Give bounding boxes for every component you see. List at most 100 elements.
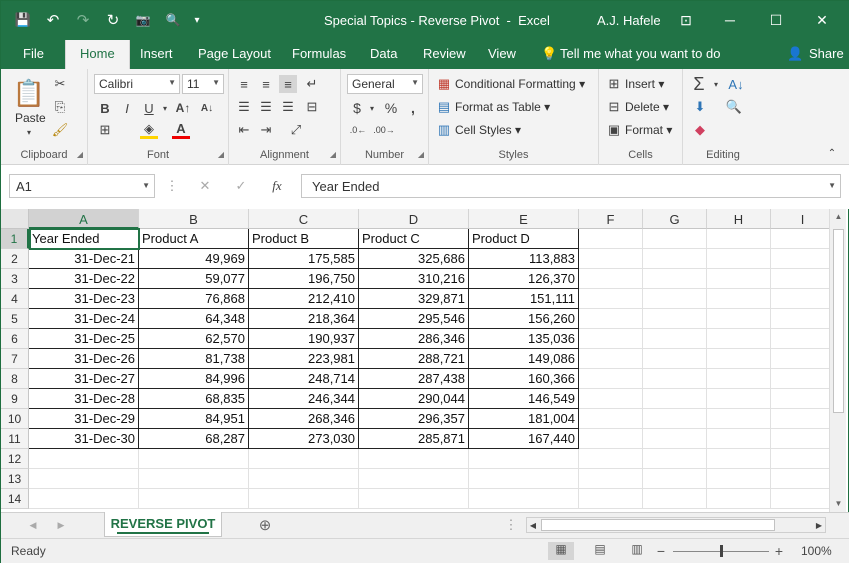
zoom-slider-thumb[interactable] bbox=[720, 545, 723, 557]
column-header[interactable]: A bbox=[29, 209, 139, 229]
cell[interactable]: 31-Dec-21 bbox=[29, 249, 139, 269]
row-header[interactable]: 9 bbox=[1, 389, 29, 409]
clipboard-launcher-icon[interactable]: ◢ bbox=[77, 150, 83, 159]
cell[interactable] bbox=[643, 329, 707, 349]
delete-cells-button[interactable]: Delete ▾ bbox=[625, 100, 669, 114]
cell[interactable] bbox=[771, 269, 835, 289]
italic-button[interactable]: I bbox=[118, 99, 136, 117]
cell[interactable]: 325,686 bbox=[359, 249, 469, 269]
name-box[interactable]: A1 ▼ bbox=[9, 174, 155, 198]
format-as-table-button[interactable]: Format as Table ▾ bbox=[455, 100, 550, 114]
tab-review[interactable]: Review bbox=[423, 46, 466, 61]
number-format-combo[interactable]: General ▼ bbox=[347, 74, 423, 94]
cell[interactable]: 268,346 bbox=[249, 409, 359, 429]
tab-data[interactable]: Data bbox=[370, 46, 397, 61]
cell[interactable] bbox=[359, 469, 469, 489]
minimize-button[interactable]: ─ bbox=[713, 7, 747, 33]
column-header[interactable]: F bbox=[579, 209, 643, 229]
redo-icon[interactable]: ↷ bbox=[71, 9, 95, 31]
cell[interactable]: 151,111 bbox=[469, 289, 579, 309]
formula-input[interactable]: Year Ended ▼ bbox=[301, 174, 841, 198]
font-color-icon[interactable]: A bbox=[172, 121, 190, 139]
align-center-icon[interactable]: ☰ bbox=[257, 98, 275, 116]
cell[interactable] bbox=[643, 229, 707, 249]
page-break-view-icon[interactable]: ▥ bbox=[624, 542, 650, 560]
shrink-font-icon[interactable]: A↓ bbox=[198, 99, 216, 117]
cell[interactable] bbox=[139, 489, 249, 509]
conditional-formatting-button[interactable]: Conditional Formatting ▾ bbox=[455, 77, 585, 91]
cell[interactable] bbox=[771, 289, 835, 309]
cell[interactable]: 31-Dec-25 bbox=[29, 329, 139, 349]
select-all-button[interactable] bbox=[1, 209, 29, 229]
cell[interactable]: 246,344 bbox=[249, 389, 359, 409]
cell[interactable] bbox=[469, 469, 579, 489]
collapse-ribbon-icon[interactable]: ⌃ bbox=[825, 147, 839, 159]
zoom-in-icon[interactable]: + bbox=[773, 543, 785, 559]
cell[interactable] bbox=[249, 449, 359, 469]
cell[interactable]: 84,996 bbox=[139, 369, 249, 389]
cell[interactable]: 31-Dec-28 bbox=[29, 389, 139, 409]
new-sheet-icon[interactable]: ⊕ bbox=[257, 517, 273, 534]
cell[interactable]: 68,835 bbox=[139, 389, 249, 409]
scroll-up-icon[interactable]: ▲ bbox=[830, 210, 847, 224]
font-launcher-icon[interactable]: ◢ bbox=[218, 150, 224, 159]
insert-cells-icon[interactable]: ⊞ bbox=[605, 75, 623, 93]
cell[interactable]: 84,951 bbox=[139, 409, 249, 429]
cell[interactable]: 113,883 bbox=[469, 249, 579, 269]
cell[interactable] bbox=[249, 469, 359, 489]
conditional-formatting-icon[interactable]: ▦ bbox=[435, 75, 453, 93]
cell[interactable]: 288,721 bbox=[359, 349, 469, 369]
zoom-level[interactable]: 100% bbox=[801, 544, 832, 558]
format-painter-icon[interactable]: 🖌 bbox=[51, 121, 69, 139]
cell[interactable] bbox=[771, 489, 835, 509]
column-header[interactable]: E bbox=[469, 209, 579, 229]
cell[interactable] bbox=[643, 349, 707, 369]
clear-icon[interactable]: ◆ bbox=[691, 121, 709, 139]
table-header-cell[interactable]: Product C bbox=[359, 229, 469, 249]
row-header[interactable]: 14 bbox=[1, 489, 29, 509]
cell[interactable]: 64,348 bbox=[139, 309, 249, 329]
cell[interactable] bbox=[579, 409, 643, 429]
cell[interactable] bbox=[707, 469, 771, 489]
middle-align-icon[interactable]: ≡ bbox=[257, 75, 275, 93]
zoom-out-icon[interactable]: − bbox=[655, 543, 667, 559]
format-as-table-icon[interactable]: ▤ bbox=[435, 98, 453, 116]
cell[interactable] bbox=[579, 249, 643, 269]
cell[interactable]: 31-Dec-22 bbox=[29, 269, 139, 289]
decrease-indent-icon[interactable]: ⇤ bbox=[235, 121, 253, 139]
cell[interactable] bbox=[771, 309, 835, 329]
cell[interactable] bbox=[643, 249, 707, 269]
cell[interactable]: 248,714 bbox=[249, 369, 359, 389]
tab-page-layout[interactable]: Page Layout bbox=[198, 46, 271, 61]
cell[interactable]: 223,981 bbox=[249, 349, 359, 369]
row-header[interactable]: 6 bbox=[1, 329, 29, 349]
underline-button[interactable]: U bbox=[140, 99, 158, 117]
cell[interactable] bbox=[359, 489, 469, 509]
cell[interactable] bbox=[707, 389, 771, 409]
cell[interactable] bbox=[579, 489, 643, 509]
row-header[interactable]: 10 bbox=[1, 409, 29, 429]
insert-function-button[interactable]: fx bbox=[269, 178, 285, 194]
cell[interactable] bbox=[579, 429, 643, 449]
cell[interactable] bbox=[579, 469, 643, 489]
cell[interactable] bbox=[707, 249, 771, 269]
maximize-button[interactable]: ☐ bbox=[759, 7, 793, 33]
column-header[interactable]: I bbox=[771, 209, 835, 229]
column-header[interactable]: B bbox=[139, 209, 249, 229]
row-header[interactable]: 13 bbox=[1, 469, 29, 489]
cell[interactable] bbox=[579, 329, 643, 349]
borders-icon[interactable]: ⊞ bbox=[96, 121, 114, 139]
cell[interactable]: 156,260 bbox=[469, 309, 579, 329]
cell[interactable]: 175,585 bbox=[249, 249, 359, 269]
camera-icon[interactable]: 📷 bbox=[131, 9, 155, 31]
cell[interactable]: 31-Dec-29 bbox=[29, 409, 139, 429]
scroll-right-icon[interactable]: ▶ bbox=[814, 519, 824, 531]
table-header-cell[interactable]: Year Ended bbox=[29, 229, 139, 249]
cell[interactable] bbox=[579, 229, 643, 249]
cell[interactable]: 135,036 bbox=[469, 329, 579, 349]
cell[interactable]: 68,287 bbox=[139, 429, 249, 449]
underline-dropdown-icon[interactable]: ▾ bbox=[160, 99, 170, 117]
cell[interactable]: 167,440 bbox=[469, 429, 579, 449]
paste-dropdown-icon[interactable]: ▾ bbox=[24, 127, 34, 137]
row-header[interactable]: 12 bbox=[1, 449, 29, 469]
